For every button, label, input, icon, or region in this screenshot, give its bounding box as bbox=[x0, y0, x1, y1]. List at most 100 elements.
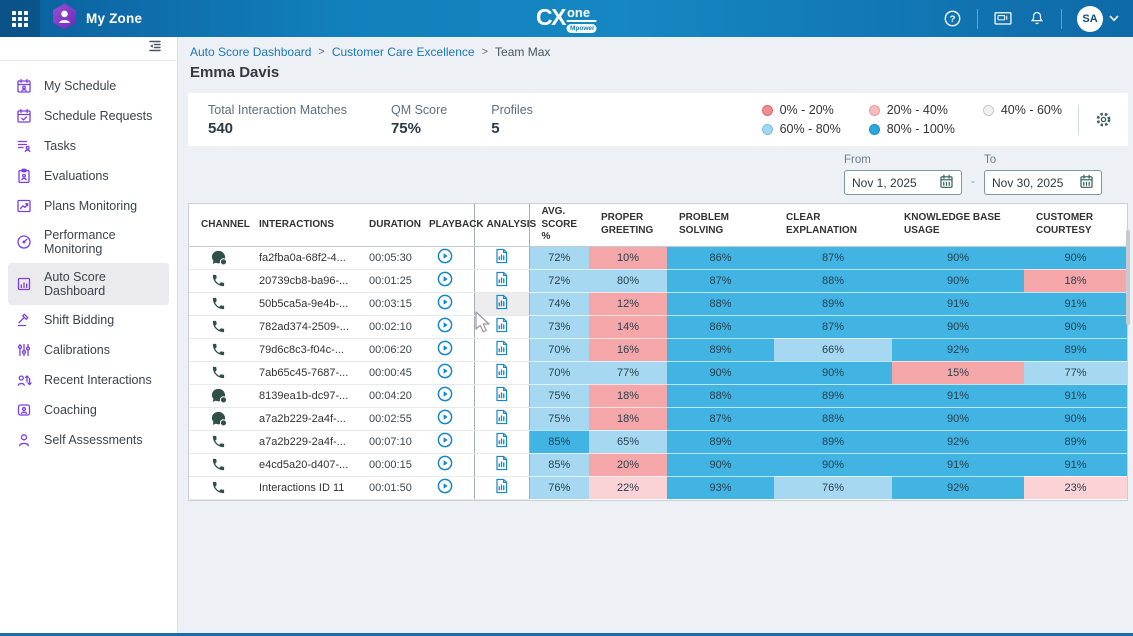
analysis-icon[interactable] bbox=[494, 386, 509, 402]
score-cell-clear-explanation: 90% bbox=[774, 361, 892, 384]
sidebar-item-auto-score-dashboard[interactable]: Auto Score Dashboard bbox=[8, 263, 169, 305]
analysis-icon[interactable] bbox=[494, 248, 509, 264]
sidebar-item-coaching[interactable]: Coaching bbox=[8, 395, 169, 425]
column-header-interactions: INTERACTIONS bbox=[247, 204, 357, 246]
play-icon[interactable] bbox=[437, 248, 453, 264]
to-date-input[interactable]: Nov 30, 2025 bbox=[984, 170, 1102, 195]
sidebar-item-tasks[interactable]: Tasks bbox=[8, 131, 169, 161]
app-window: My Zone CX one Mpower ? bbox=[0, 0, 1133, 636]
score-cell-clear-explanation: 89% bbox=[774, 292, 892, 315]
interaction-id[interactable]: 20739cb8-ba96-... bbox=[247, 269, 357, 292]
play-icon[interactable] bbox=[437, 409, 453, 425]
table-scrollbar[interactable] bbox=[1126, 230, 1130, 325]
bell-icon[interactable] bbox=[1028, 9, 1046, 28]
analysis-icon[interactable] bbox=[494, 409, 509, 425]
sidebar-item-performance-monitoring[interactable]: Performance Monitoring bbox=[8, 221, 169, 263]
product-switcher[interactable]: My Zone bbox=[40, 3, 154, 35]
play-icon[interactable] bbox=[437, 386, 453, 402]
interaction-id[interactable]: e4cd5a20-d407-... bbox=[247, 453, 357, 476]
score-cell-avg-score: 75% bbox=[529, 407, 589, 430]
avatar[interactable]: SA bbox=[1077, 6, 1103, 32]
breadcrumb-link[interactable]: Customer Care Excellence bbox=[332, 45, 475, 59]
phone-icon bbox=[211, 481, 226, 493]
analysis-icon[interactable] bbox=[494, 432, 509, 448]
interaction-id[interactable]: 50b5ca5a-9e4b-... bbox=[247, 292, 357, 315]
table-row: e4cd5a20-d407-...00:00:1585%20%90%90%91%… bbox=[189, 453, 1127, 476]
score-cell-clear-explanation: 89% bbox=[774, 384, 892, 407]
performance-monitoring-icon bbox=[16, 234, 33, 250]
score-cell-proper-greeting: 20% bbox=[589, 453, 667, 476]
user-menu[interactable]: SA bbox=[1077, 6, 1119, 32]
analysis-cell bbox=[474, 384, 529, 407]
app-launcher-icon[interactable] bbox=[0, 0, 40, 37]
column-header-proper-greeting: PROPER GREETING bbox=[589, 204, 667, 246]
sidebar-item-recent-interactions[interactable]: Recent Interactions bbox=[8, 365, 169, 395]
play-icon[interactable] bbox=[437, 478, 453, 494]
interaction-id[interactable]: 782ad374-2509-... bbox=[247, 315, 357, 338]
sidebar-item-self-assessments[interactable]: Self Assessments bbox=[8, 425, 169, 455]
analysis-icon[interactable] bbox=[494, 271, 509, 287]
svg-text:?: ? bbox=[950, 14, 956, 25]
sidebar-item-plans-monitoring[interactable]: Plans Monitoring bbox=[8, 191, 169, 221]
analysis-icon[interactable] bbox=[494, 478, 509, 494]
play-icon[interactable] bbox=[437, 271, 453, 287]
playback-cell bbox=[417, 338, 474, 361]
stat-value: 540 bbox=[208, 120, 347, 137]
score-cell-avg-score: 72% bbox=[529, 246, 589, 269]
sidebar-item-calibrations[interactable]: Calibrations bbox=[8, 335, 169, 365]
analysis-icon[interactable] bbox=[494, 363, 509, 379]
calendar-icon[interactable] bbox=[939, 174, 954, 192]
phone-icon bbox=[211, 366, 226, 378]
sidebar-item-label: Recent Interactions bbox=[44, 373, 152, 387]
legend-dot bbox=[762, 124, 773, 135]
analysis-icon[interactable] bbox=[494, 455, 509, 471]
interaction-id[interactable]: Interactions ID 11 bbox=[247, 476, 357, 499]
play-icon[interactable] bbox=[437, 455, 453, 471]
sidebar-item-evaluations[interactable]: Evaluations bbox=[8, 161, 169, 191]
sidebar-item-my-schedule[interactable]: My Schedule bbox=[8, 71, 169, 101]
recent-interactions-icon bbox=[16, 372, 33, 388]
interaction-id[interactable]: 8139ea1b-dc97-... bbox=[247, 384, 357, 407]
interaction-id[interactable]: 79d6c8c3-f04c-... bbox=[247, 338, 357, 361]
gear-icon[interactable] bbox=[1095, 111, 1112, 128]
analysis-icon[interactable] bbox=[494, 294, 509, 310]
interaction-id[interactable]: a7a2b229-2a4f-... bbox=[247, 407, 357, 430]
product-name: My Zone bbox=[86, 11, 142, 26]
interaction-id[interactable]: 7ab65c45-7687-... bbox=[247, 361, 357, 384]
score-cell-knowledge-base-usage: 92% bbox=[892, 430, 1024, 453]
sidebar-item-shift-bidding[interactable]: Shift Bidding bbox=[8, 305, 169, 335]
interaction-id[interactable]: a7a2b229-2a4f-... bbox=[247, 430, 357, 453]
score-cell-clear-explanation: 76% bbox=[774, 476, 892, 499]
from-date-input[interactable]: Nov 1, 2025 bbox=[844, 170, 962, 195]
play-icon[interactable] bbox=[437, 363, 453, 379]
table-row: a7a2b229-2a4f-...00:07:1085%65%89%89%92%… bbox=[189, 430, 1127, 453]
channel-cell bbox=[189, 292, 247, 315]
calendar-icon[interactable] bbox=[1079, 174, 1094, 192]
channel-cell bbox=[189, 430, 247, 453]
screen-share-icon[interactable] bbox=[993, 10, 1013, 28]
playback-cell bbox=[417, 407, 474, 430]
breadcrumb-link[interactable]: Auto Score Dashboard bbox=[190, 45, 311, 59]
score-cell-problem-solving: 90% bbox=[667, 453, 774, 476]
play-icon[interactable] bbox=[437, 432, 453, 448]
play-icon[interactable] bbox=[437, 294, 453, 310]
score-cell-avg-score: 70% bbox=[529, 338, 589, 361]
duration-cell: 00:04:20 bbox=[357, 384, 417, 407]
sidebar-item-schedule-requests[interactable]: Schedule Requests bbox=[8, 101, 169, 131]
stat-value: 75% bbox=[391, 120, 447, 137]
table-row: 79d6c8c3-f04c-...00:06:2070%16%89%66%92%… bbox=[189, 338, 1127, 361]
playback-cell bbox=[417, 430, 474, 453]
score-cell-knowledge-base-usage: 90% bbox=[892, 246, 1024, 269]
collapse-sidebar-icon[interactable] bbox=[147, 38, 163, 59]
interaction-id[interactable]: fa2fba0a-68f2-4... bbox=[247, 246, 357, 269]
stat-label: Profiles bbox=[491, 103, 533, 117]
playback-cell bbox=[417, 246, 474, 269]
analysis-icon[interactable] bbox=[494, 317, 509, 333]
play-icon[interactable] bbox=[437, 317, 453, 333]
play-icon[interactable] bbox=[437, 340, 453, 356]
duration-cell: 00:07:10 bbox=[357, 430, 417, 453]
interactions-table: CHANNELINTERACTIONSDURATIONPLAYBACKANALY… bbox=[188, 203, 1128, 501]
help-icon[interactable]: ? bbox=[943, 9, 962, 28]
analysis-icon[interactable] bbox=[494, 340, 509, 356]
to-date-value: Nov 30, 2025 bbox=[992, 176, 1063, 190]
